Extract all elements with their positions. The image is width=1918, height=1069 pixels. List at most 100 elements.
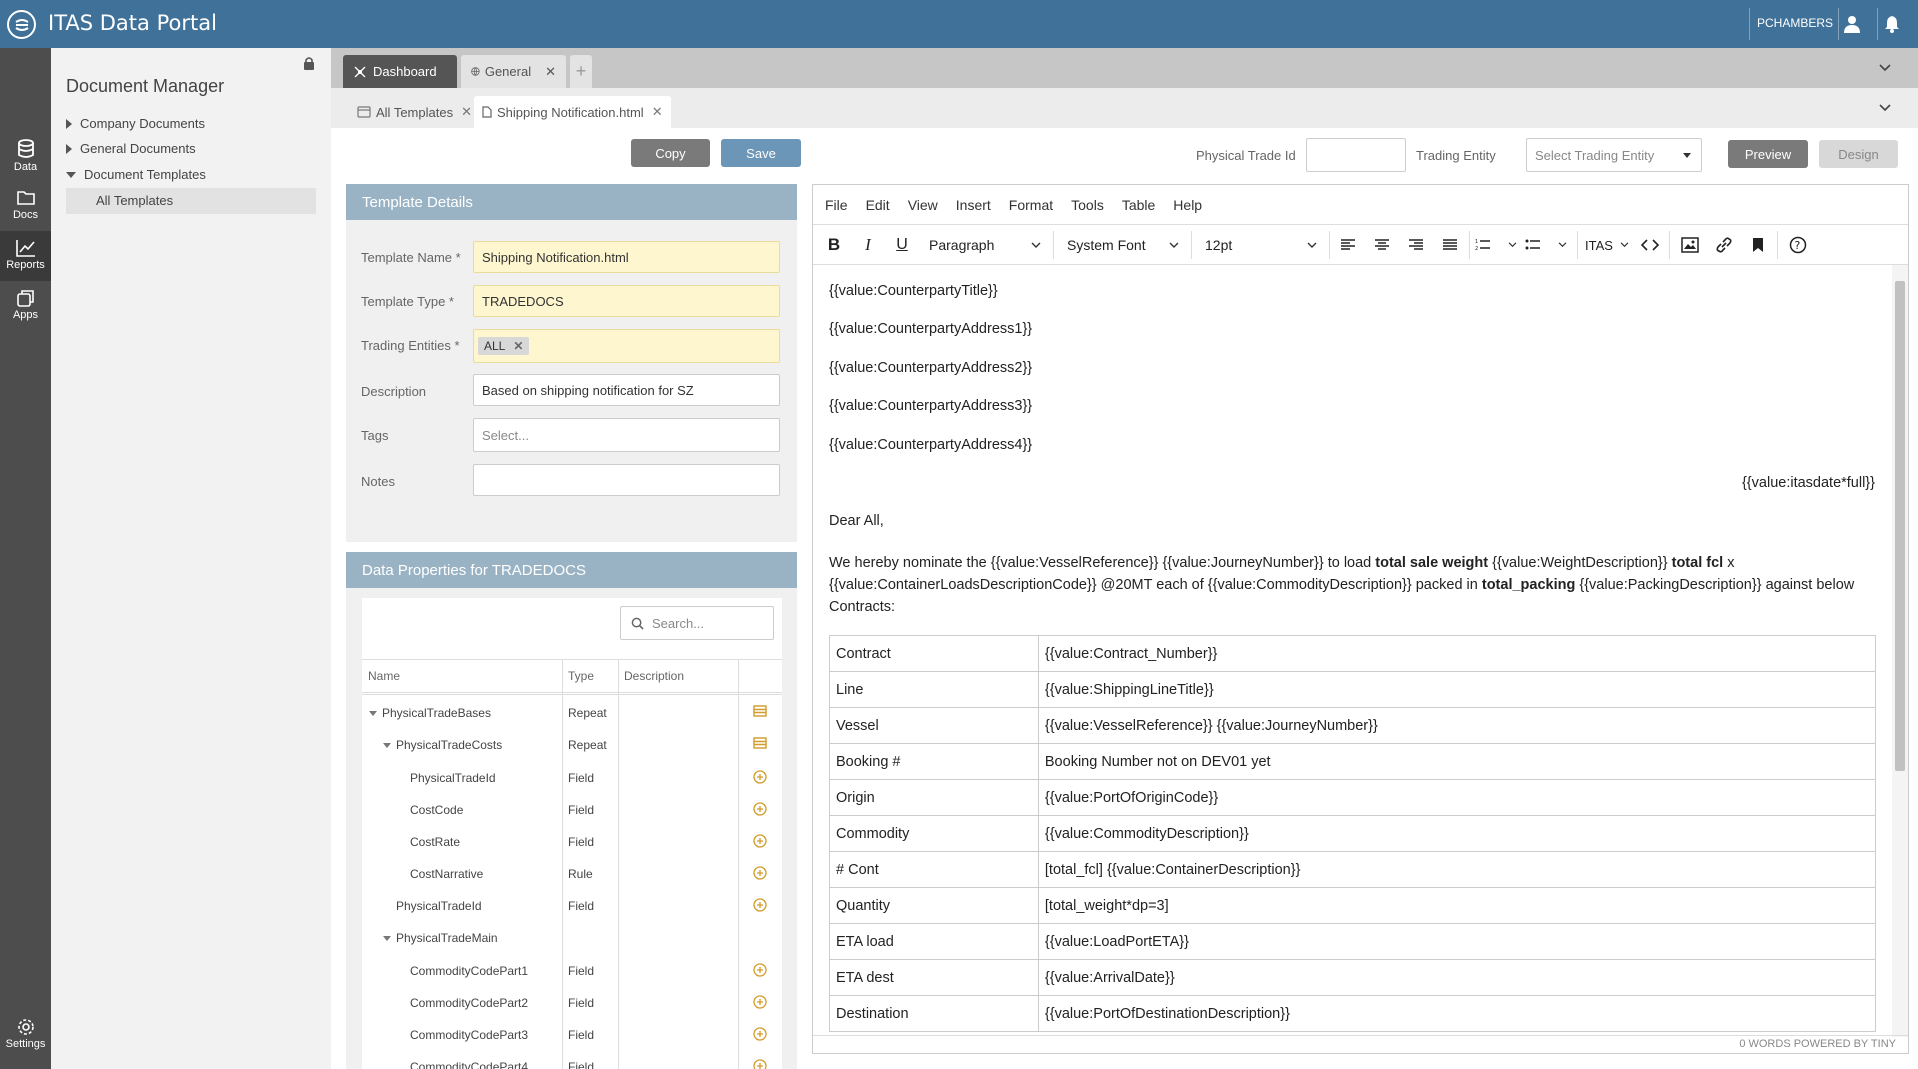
table-row[interactable]: CostNarrative Rule	[362, 858, 782, 890]
chevron-down-icon[interactable]	[1878, 101, 1892, 116]
table-icon[interactable]	[753, 737, 767, 752]
add-circle-icon[interactable]	[753, 834, 767, 851]
itas-menu-button[interactable]: ITAS	[1585, 233, 1629, 257]
tab-general[interactable]: General ✕	[461, 55, 566, 88]
font-family-select[interactable]: System Font	[1063, 233, 1183, 257]
bookmark-icon[interactable]	[1747, 233, 1769, 257]
table-row[interactable]: PhysicalTradeCosts Repeat	[362, 729, 782, 761]
description-input[interactable]: Based on shipping notification for SZ	[473, 374, 780, 406]
numbered-list-icon[interactable]: 12	[1475, 233, 1517, 257]
menu-table[interactable]: Table	[1122, 197, 1155, 213]
caret-down-icon[interactable]	[383, 743, 391, 748]
image-icon[interactable]	[1679, 233, 1701, 257]
tree-item-document-templates[interactable]: Document Templates	[66, 167, 206, 182]
user-name[interactable]: PCHAMBERS	[1757, 16, 1833, 30]
template-type-input[interactable]: TRADEDOCS	[473, 285, 780, 317]
menu-tools[interactable]: Tools	[1071, 197, 1104, 213]
table-row[interactable]: CommodityCodePart3 Field	[362, 1019, 782, 1051]
add-circle-icon[interactable]	[753, 1027, 767, 1044]
table-row[interactable]: PhysicalTradeId Field	[362, 890, 782, 922]
italic-icon[interactable]: I	[857, 233, 879, 257]
table-row[interactable]: PhysicalTradeBases Repeat	[362, 697, 782, 729]
bell-icon[interactable]	[1879, 11, 1905, 37]
add-circle-icon[interactable]	[753, 963, 767, 980]
table-row[interactable]: CommodityCodePart4 Field	[362, 1051, 782, 1069]
close-icon[interactable]: ✕	[513, 339, 523, 353]
search-input[interactable]: Search...	[620, 606, 774, 640]
menu-edit[interactable]: Edit	[866, 197, 890, 213]
tab-dashboard[interactable]: Dashboard	[343, 55, 457, 88]
design-button[interactable]: Design	[1819, 140, 1898, 168]
save-button[interactable]: Save	[721, 139, 801, 167]
link-icon[interactable]	[1713, 233, 1735, 257]
close-icon[interactable]: ✕	[652, 104, 663, 120]
editor-scrollbar[interactable]	[1892, 265, 1908, 1037]
bold-icon[interactable]: B	[823, 233, 845, 257]
chevron-down-icon[interactable]	[1878, 61, 1892, 76]
copy-button[interactable]: Copy	[631, 139, 710, 167]
table-row[interactable]: CommodityCodePart2 Field	[362, 987, 782, 1019]
editor-content[interactable]: {{value:CounterpartyTitle}} {{value:Coun…	[813, 265, 1893, 1037]
rail-item-docs[interactable]: Docs	[0, 181, 51, 231]
physical-trade-id-label: Physical Trade Id	[1196, 148, 1296, 163]
add-circle-icon[interactable]	[753, 1059, 767, 1069]
menu-view[interactable]: View	[908, 197, 938, 213]
source-code-icon[interactable]	[1639, 233, 1661, 257]
itas-logo-icon[interactable]	[7, 10, 36, 39]
physical-trade-id-input[interactable]	[1306, 138, 1406, 172]
column-header-type[interactable]: Type	[568, 669, 594, 683]
preview-button[interactable]: Preview	[1728, 140, 1808, 168]
tab-shipping-notification[interactable]: Shipping Notification.html ✕	[474, 96, 671, 128]
caret-down-icon[interactable]	[383, 936, 391, 941]
tree-item-all-templates[interactable]: All Templates	[96, 193, 173, 208]
tab-all-templates[interactable]: All Templates ✕	[349, 96, 480, 128]
underline-icon[interactable]: U	[891, 233, 913, 257]
database-icon	[17, 139, 34, 158]
scrollbar-thumb[interactable]	[1895, 281, 1905, 771]
close-icon[interactable]: ✕	[461, 104, 472, 120]
table-row[interactable]: CostRate Field	[362, 826, 782, 858]
menu-file[interactable]: File	[825, 197, 848, 213]
align-center-icon[interactable]	[1371, 233, 1393, 257]
rail-item-apps[interactable]: Apps	[0, 281, 51, 331]
column-header-description[interactable]: Description	[624, 669, 684, 683]
block-format-select[interactable]: Paragraph	[925, 233, 1045, 257]
trading-entity-select[interactable]: Select Trading Entity	[1526, 138, 1702, 172]
add-circle-icon[interactable]	[753, 866, 767, 883]
align-right-icon[interactable]	[1405, 233, 1427, 257]
menu-help[interactable]: Help	[1173, 197, 1202, 213]
tree-item-company-documents[interactable]: Company Documents	[66, 116, 205, 131]
add-circle-icon[interactable]	[753, 898, 767, 915]
table-row[interactable]: PhysicalTradeMain	[362, 922, 782, 954]
align-left-icon[interactable]	[1337, 233, 1359, 257]
table-icon[interactable]	[753, 705, 767, 720]
column-header-name[interactable]: Name	[368, 669, 400, 683]
trading-entity-label: Trading Entity	[1416, 148, 1496, 163]
add-circle-icon[interactable]	[753, 995, 767, 1012]
notes-input[interactable]	[473, 464, 780, 496]
caret-down-icon[interactable]	[369, 711, 377, 716]
add-tab-button[interactable]: +	[570, 55, 592, 88]
table-cell: {{value:CommodityDescription}}	[1037, 815, 1877, 852]
trading-entities-input[interactable]: ALL ✕	[473, 329, 780, 363]
rail-item-reports[interactable]: Reports	[0, 231, 51, 281]
add-circle-icon[interactable]	[753, 770, 767, 787]
tags-select[interactable]: Select...	[473, 418, 780, 452]
help-icon[interactable]: ?	[1787, 233, 1809, 257]
template-name-input[interactable]: Shipping Notification.html	[473, 241, 780, 273]
align-justify-icon[interactable]	[1439, 233, 1461, 257]
rail-item-settings[interactable]: Settings	[0, 1010, 51, 1060]
user-icon[interactable]	[1839, 11, 1865, 37]
add-circle-icon[interactable]	[753, 802, 767, 819]
tree-item-general-documents[interactable]: General Documents	[66, 141, 196, 156]
bullet-list-icon[interactable]	[1525, 233, 1567, 257]
menu-insert[interactable]: Insert	[956, 197, 991, 213]
rail-item-data[interactable]: Data	[0, 131, 51, 181]
table-row[interactable]: CommodityCodePart1 Field	[362, 955, 782, 987]
menu-format[interactable]: Format	[1009, 197, 1053, 213]
table-row[interactable]: CostCode Field	[362, 794, 782, 826]
font-size-select[interactable]: 12pt	[1201, 233, 1321, 257]
close-icon[interactable]: ✕	[545, 64, 556, 80]
table-row[interactable]: PhysicalTradeId Field	[362, 762, 782, 794]
lock-icon[interactable]	[303, 56, 315, 73]
